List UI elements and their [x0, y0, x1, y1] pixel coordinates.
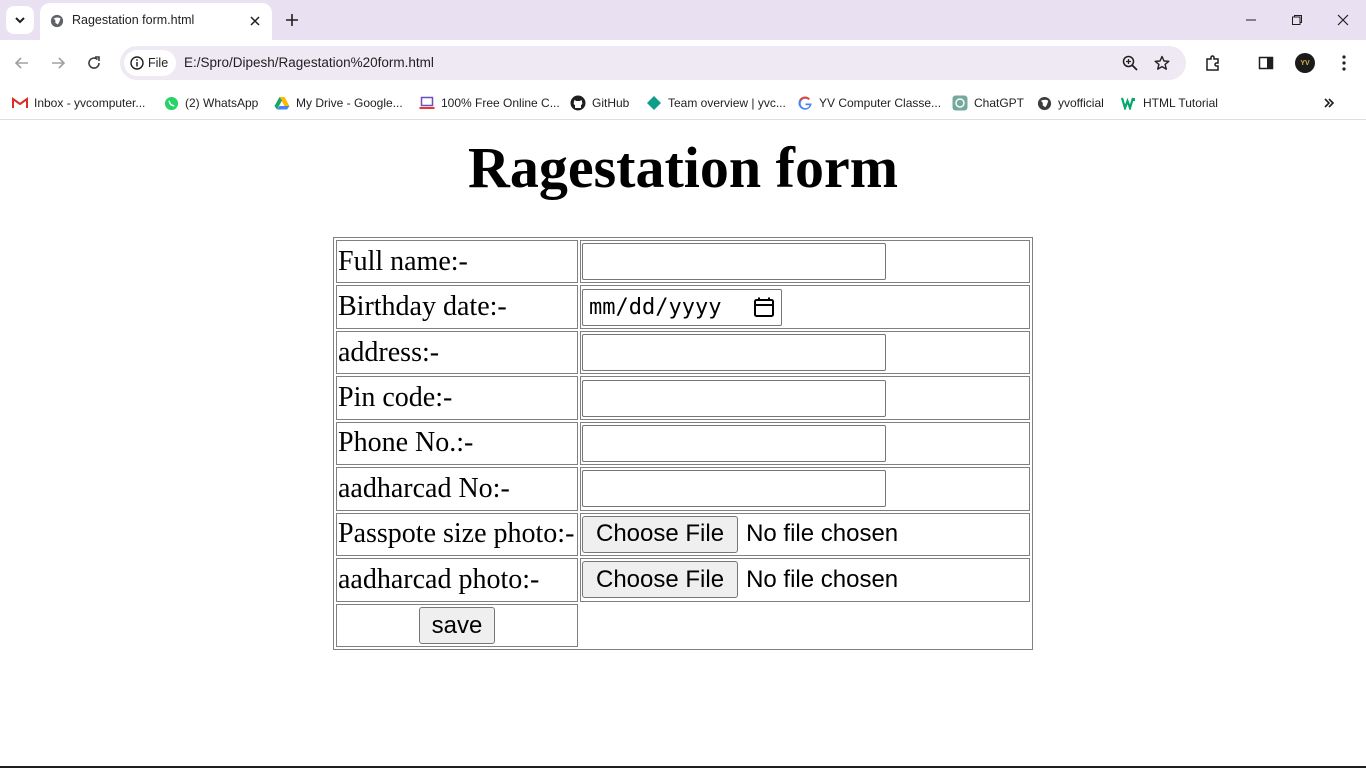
bookmark-chatgpt[interactable]: ChatGPT [952, 93, 1024, 113]
table-row: Birthday date:- mm/dd/yyyy [336, 285, 1030, 329]
reload-button[interactable] [80, 49, 108, 77]
aadharcad-photo-label: aadharcad photo:- [336, 558, 578, 602]
double-chevron-right-icon [1324, 98, 1335, 108]
page-title: Ragestation form [467, 135, 899, 200]
close-icon [250, 16, 260, 26]
passport-photo-file-status: No file chosen [746, 520, 899, 548]
info-icon [130, 56, 144, 70]
bookmark-free-online[interactable]: 100% Free Online C... [419, 93, 560, 113]
more-vertical-icon [1342, 55, 1346, 71]
address-label: address:- [336, 330, 578, 375]
aadharcad-no-input[interactable] [582, 470, 886, 508]
back-button[interactable] [8, 49, 36, 77]
restore-button[interactable] [1274, 0, 1320, 40]
birthday-date-label: Birthday date:- [336, 285, 578, 329]
bookmark-whatsapp[interactable]: (2) WhatsApp [163, 93, 258, 113]
reload-icon [88, 56, 100, 69]
save-button[interactable]: save [418, 606, 496, 644]
table-row: save [336, 603, 1030, 647]
diamond-icon [646, 95, 662, 111]
globe-icon [1036, 95, 1052, 111]
w3schools-icon [1121, 95, 1137, 111]
calendar-icon[interactable] [753, 296, 775, 318]
chevron-down-icon [15, 17, 25, 24]
browser-toolbar: File E:/Spro/Dipesh/Ragestation%20form.h… [0, 40, 1366, 86]
minimize-icon [1246, 19, 1256, 21]
table-row: Phone No.:- [336, 421, 1030, 466]
bookmark-google-drive[interactable]: My Drive - Google... [274, 93, 403, 113]
whatsapp-icon [163, 95, 179, 111]
page-content: Ragestation form Full name:- Birthday da… [0, 121, 1366, 766]
bookmark-gmail[interactable]: Inbox - yvcomputer... [12, 93, 145, 113]
zoom-button[interactable] [1120, 53, 1140, 73]
passport-photo-choose-file-button[interactable]: Choose File [582, 515, 739, 553]
restore-icon [1292, 15, 1302, 25]
active-tab[interactable]: Ragestation form.html [40, 3, 272, 40]
birthday-date-input[interactable]: mm/dd/yyyy [582, 288, 782, 326]
bookmark-html-tutorial[interactable]: HTML Tutorial [1121, 93, 1218, 113]
close-window-button[interactable] [1320, 0, 1366, 40]
phone-no-input[interactable] [582, 424, 886, 462]
globe-icon [50, 14, 64, 28]
date-placeholder: mm/dd/yyyy [589, 294, 722, 320]
forward-button[interactable] [44, 49, 72, 77]
pin-code-label: Pin code:- [336, 376, 578, 420]
full-name-label: Full name:- [336, 240, 578, 284]
table-row: Pin code:- [336, 376, 1030, 420]
site-chip-label: File [148, 56, 169, 70]
bookmark-github[interactable]: GitHub [570, 93, 629, 113]
site-info-chip[interactable]: File [124, 50, 176, 76]
minimize-button[interactable] [1228, 0, 1274, 40]
registration-form-table: Full name:- Birthday date:- mm/dd/yyyy a… [333, 237, 1033, 650]
passport-photo-label: Passpote size photo:- [336, 512, 578, 557]
avatar: YV [1295, 53, 1315, 73]
bookmark-yvofficial[interactable]: yvofficial [1036, 93, 1104, 113]
full-name-input[interactable] [582, 243, 886, 281]
google-icon [797, 95, 813, 111]
aadharcad-photo-file-input: Choose File No file chosen [582, 561, 1028, 599]
bookmark-yv-computer-classes[interactable]: YV Computer Classe... [797, 93, 941, 113]
aadharcad-photo-choose-file-button[interactable]: Choose File [582, 561, 739, 599]
extensions-button[interactable] [1201, 51, 1225, 75]
table-row: Full name:- [336, 240, 1030, 284]
profile-button[interactable]: YV [1293, 51, 1317, 75]
side-panel-icon [1258, 56, 1274, 70]
google-drive-icon [274, 95, 290, 111]
plus-icon [286, 14, 298, 26]
gmail-icon [12, 95, 28, 111]
side-panel-button[interactable] [1254, 51, 1278, 75]
github-icon [570, 95, 586, 111]
bookmark-star-button[interactable] [1152, 53, 1172, 73]
bookmarks-bar: Inbox - yvcomputer... (2) WhatsApp My Dr… [0, 86, 1366, 120]
tab-close-button[interactable] [246, 12, 264, 30]
tab-title: Ragestation form.html [72, 13, 195, 27]
phone-no-label: Phone No.:- [336, 421, 578, 466]
table-row: aadharcad No:- [336, 467, 1030, 511]
passport-photo-file-input: Choose File No file chosen [582, 515, 1028, 553]
laptop-icon [419, 95, 435, 111]
tab-bar: Ragestation form.html [0, 0, 1366, 40]
aadharcad-photo-file-status: No file chosen [746, 565, 899, 593]
zoom-icon [1122, 55, 1138, 71]
bookmarks-overflow-button[interactable] [1318, 93, 1340, 113]
address-bar[interactable]: File E:/Spro/Dipesh/Ragestation%20form.h… [120, 46, 1186, 80]
browser-menu-button[interactable] [1332, 51, 1356, 75]
table-row: Passpote size photo:- Choose File No fil… [336, 512, 1030, 557]
aadharcad-no-label: aadharcad No:- [336, 467, 578, 511]
puzzle-icon [1206, 55, 1219, 71]
url-text[interactable]: E:/Spro/Dipesh/Ragestation%20form.html [184, 55, 434, 70]
star-icon [1154, 55, 1170, 70]
table-row: aadharcad photo:- Choose File No file ch… [336, 558, 1030, 602]
address-input[interactable] [582, 334, 886, 372]
pin-code-input[interactable] [582, 379, 886, 417]
new-tab-button[interactable] [280, 8, 304, 32]
arrow-left-icon [14, 57, 28, 69]
tab-search-button[interactable] [6, 6, 34, 34]
bookmark-team-overview[interactable]: Team overview | yvc... [646, 93, 786, 113]
close-icon [1337, 14, 1349, 26]
table-row: address:- [336, 330, 1030, 375]
arrow-right-icon [52, 57, 66, 69]
chatgpt-icon [952, 95, 968, 111]
